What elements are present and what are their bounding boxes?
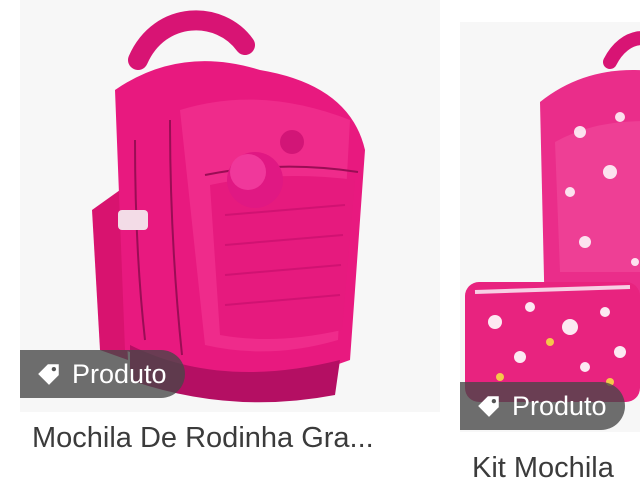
product-subline-cropped (108, 470, 418, 480)
product-card[interactable]: Produto Mochila De Rodinha Gra... (20, 0, 440, 480)
product-card[interactable]: Produto Kit Mochila (460, 22, 640, 480)
pink-unicorn-backpack-kit-illustration (460, 22, 640, 432)
product-grid: Produto Mochila De Rodinha Gra... Produt… (0, 0, 640, 480)
product-type-badge: Produto (460, 382, 625, 430)
product-type-badge: Produto (20, 350, 185, 398)
product-title[interactable]: Kit Mochila (472, 452, 640, 480)
product-image[interactable]: Produto (20, 0, 440, 412)
tag-icon (36, 361, 62, 387)
badge-label: Produto (512, 390, 607, 421)
tag-icon (476, 393, 502, 419)
product-image[interactable]: Produto (460, 22, 640, 432)
badge-label: Produto (72, 358, 167, 389)
product-title[interactable]: Mochila De Rodinha Gra... (32, 422, 412, 455)
